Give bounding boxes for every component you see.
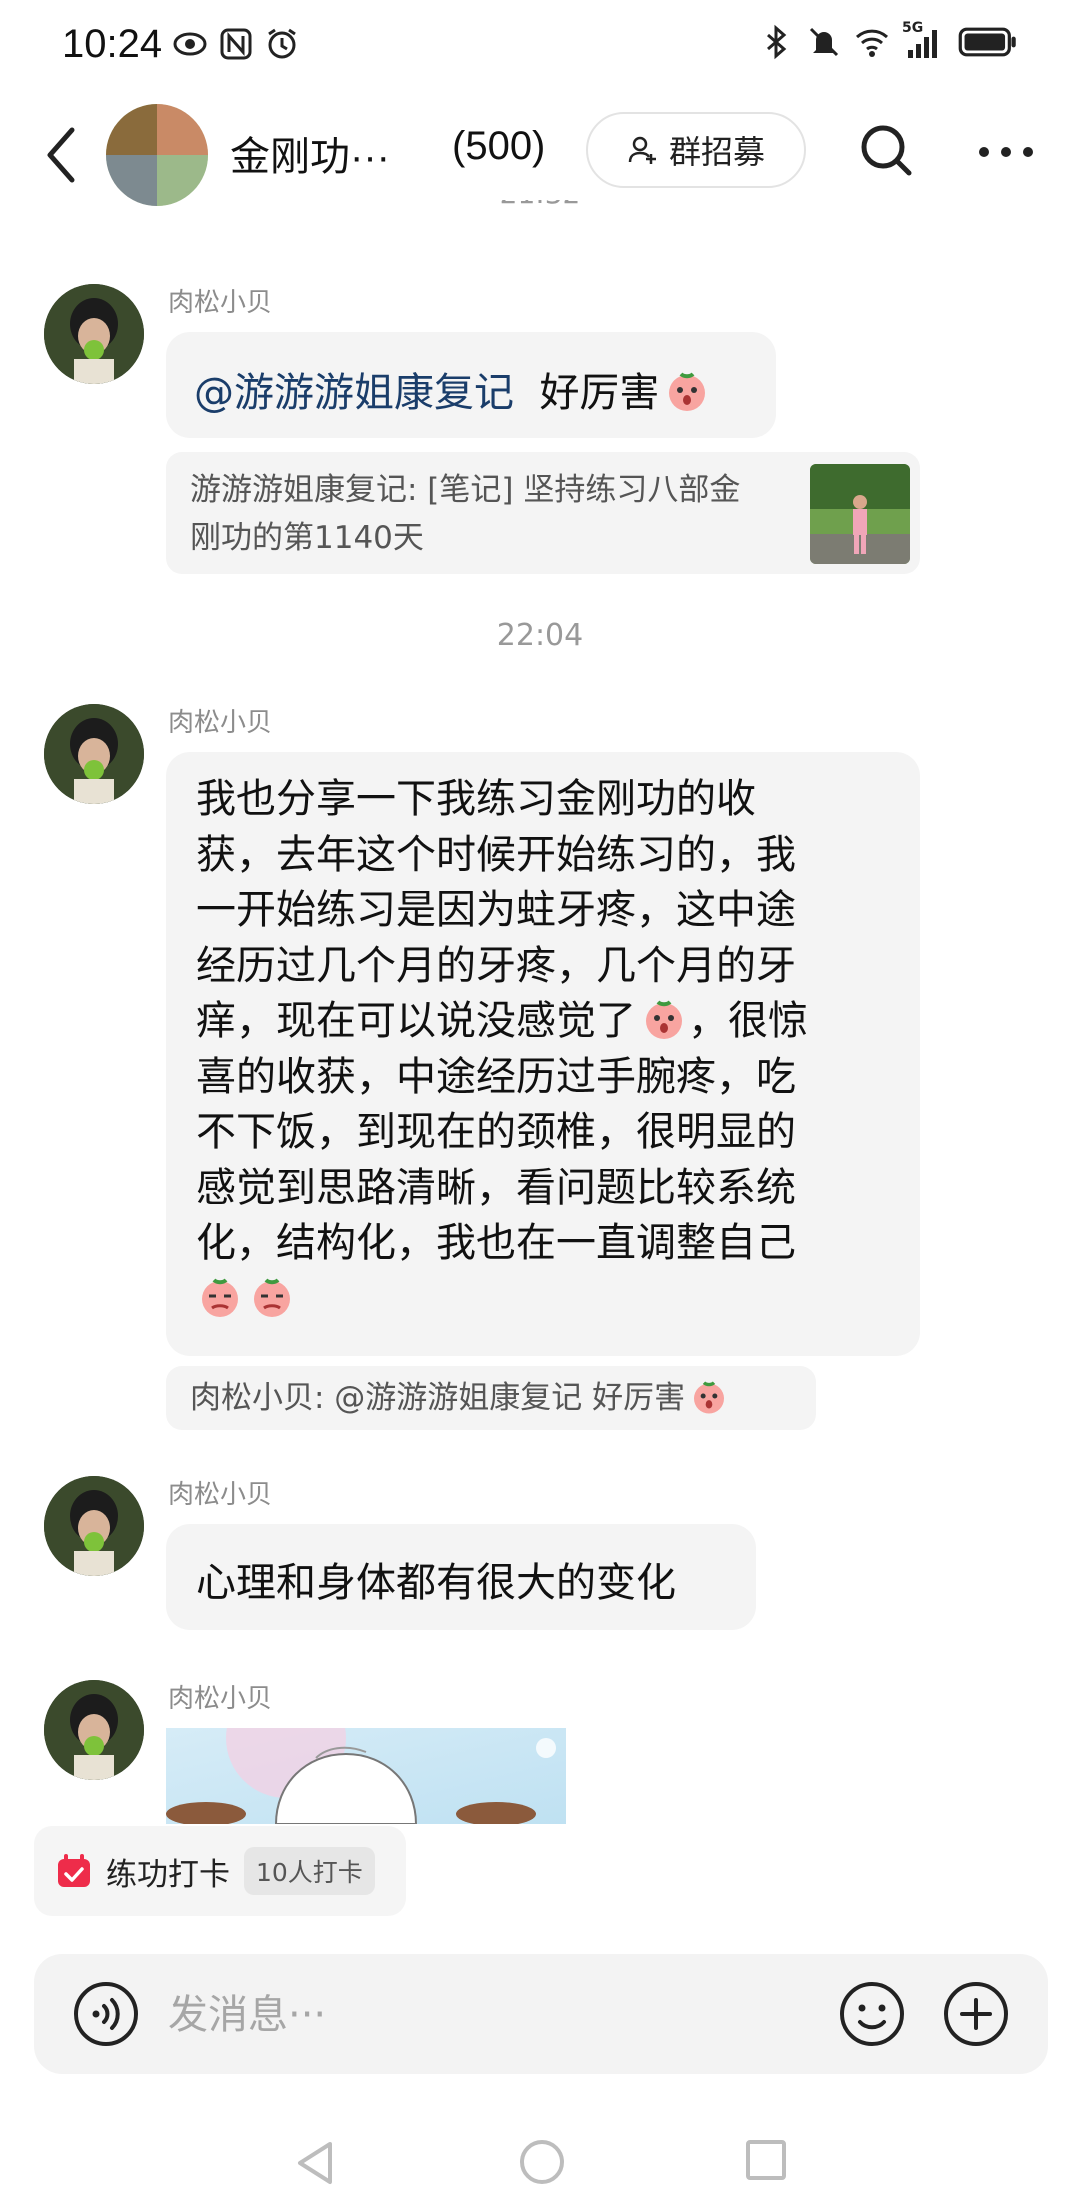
message-line: 经历过几个月的牙疼，几个月的牙 <box>196 942 796 989</box>
quote-text: 游游游姐康复记: [笔记] 坚持练习八部金刚功的第1140天 <box>190 472 741 556</box>
avatar-image <box>44 1476 144 1576</box>
message-text: 心理和身体都有很大的变化 <box>196 1560 676 1606</box>
status-right-icons: 5G <box>758 20 1018 60</box>
sender-avatar[interactable] <box>44 284 144 384</box>
time-divider: 21:32 <box>0 200 1080 226</box>
mute-icon <box>809 27 839 57</box>
avatar-image <box>44 284 144 384</box>
surprised-peach-emoji-icon <box>694 1381 725 1414</box>
quote-text: 肉松小贝: @游游游姐康复记 好厉害 <box>190 1380 686 1416</box>
nav-recent-apps-icon[interactable] <box>744 2138 788 2182</box>
message-bubble[interactable]: @游游游姐康复记 好厉害 <box>166 332 776 438</box>
avatar-image <box>44 704 144 804</box>
sender-avatar[interactable] <box>44 1680 144 1780</box>
avatar-image <box>44 1680 144 1780</box>
checkin-count-badge: 10人打卡 <box>244 1847 375 1895</box>
message-line: 喜的收获，中途经历过手腕疼，吃 <box>196 1053 796 1100</box>
recruit-label: 群招募 <box>668 133 765 171</box>
emoji-icon[interactable] <box>838 1980 906 2048</box>
nfc-icon <box>220 28 252 60</box>
bluetooth-icon <box>767 24 787 60</box>
message-line: 化，结构化，我也在一直调整自己 <box>196 1220 796 1266</box>
surprised-peach-emoji-icon <box>646 1000 682 1039</box>
message-bubble[interactable]: 我也分享一下我练习金刚功的收 获，去年这个时候开始练习的，我 一开始练习是因为蛀… <box>166 752 920 1356</box>
status-left-icons <box>172 26 300 62</box>
time-label: 21:32 <box>500 200 581 210</box>
avatar-tile <box>106 104 157 155</box>
back-arrow-icon[interactable] <box>40 122 86 188</box>
checkin-chip[interactable]: 练功打卡 10人打卡 <box>34 1826 406 1916</box>
message-text: 痒，现在可以说没感觉了 <box>196 998 636 1044</box>
quoted-message[interactable]: 肉松小贝: @游游游姐康复记 好厉害 <box>166 1366 816 1430</box>
battery-icon <box>958 27 1016 57</box>
message-input[interactable] <box>166 1984 730 2046</box>
note-thumbnail <box>810 464 910 564</box>
message-line: 不下饭，到现在的颈椎，很明显的 <box>196 1109 796 1155</box>
alarm-icon <box>268 28 296 59</box>
message-input-bar <box>34 1954 1048 2074</box>
wifi-icon <box>855 29 889 57</box>
checkin-label: 练功打卡 <box>106 1856 230 1893</box>
message-line: 一开始练习是因为蛀牙疼，这中途 <box>196 887 796 933</box>
nav-back-icon[interactable] <box>292 2138 338 2188</box>
time-divider: 22:04 <box>496 618 584 653</box>
quoted-note[interactable]: 游游游姐康复记: [笔记] 坚持练习八部金刚功的第1140天 <box>166 452 920 574</box>
message-bubble[interactable]: 心理和身体都有很大的变化 <box>166 1524 756 1630</box>
sender-avatar[interactable] <box>44 704 144 804</box>
surprised-peach-emoji-icon <box>669 372 706 411</box>
calendar-check-icon <box>58 1854 90 1887</box>
avatar-tile <box>106 155 157 206</box>
sender-name: 肉松小贝 <box>168 708 273 738</box>
message-line: 感觉到思路清晰，看问题比较系统 <box>196 1164 796 1211</box>
member-count[interactable]: (500) <box>452 124 545 169</box>
message-text: 好厉害 <box>539 370 660 416</box>
add-person-icon <box>628 136 656 164</box>
chat-header: 金刚功··· (500) 群招募 <box>0 100 1080 210</box>
nav-home-icon[interactable] <box>518 2138 566 2186</box>
sticker-image <box>166 1728 566 1824</box>
sender-name: 肉松小贝 <box>168 1480 273 1510</box>
cellular-icon: 5G <box>902 20 946 60</box>
search-icon[interactable] <box>858 122 914 178</box>
crying-peach-emoji-icon <box>202 1277 238 1317</box>
sender-avatar[interactable] <box>44 1476 144 1576</box>
avatar-tile <box>157 104 208 155</box>
message-line: 获，去年这个时候开始练习的，我 <box>196 831 796 878</box>
sender-name: 肉松小贝 <box>168 288 273 318</box>
crying-peach-emoji-icon <box>254 1277 290 1317</box>
plus-icon[interactable] <box>942 1980 1010 2048</box>
sender-name: 肉松小贝 <box>168 1684 273 1714</box>
group-title[interactable]: 金刚功··· <box>230 124 390 182</box>
message-line: 我也分享一下我练习金刚功的收 <box>196 776 756 822</box>
message-line <box>196 1272 890 1328</box>
status-time: 10:24 <box>62 22 163 66</box>
avatar-tile <box>157 155 208 206</box>
group-avatar[interactable] <box>106 104 208 206</box>
system-nav-bar <box>0 2120 1080 2204</box>
status-bar: 10:24 5G <box>0 0 1080 90</box>
message-text: ，很惊 <box>688 998 808 1044</box>
image-message[interactable] <box>166 1728 566 1824</box>
more-icon[interactable] <box>976 132 1036 172</box>
group-recruit-button[interactable]: 群招募 <box>586 112 806 188</box>
message-line: 痒，现在可以说没感觉了 ，很惊 <box>196 994 890 1050</box>
mention-link[interactable]: @游游游姐康复记 <box>194 370 514 416</box>
eye-icon <box>173 32 207 56</box>
voice-icon[interactable] <box>72 1980 140 2048</box>
